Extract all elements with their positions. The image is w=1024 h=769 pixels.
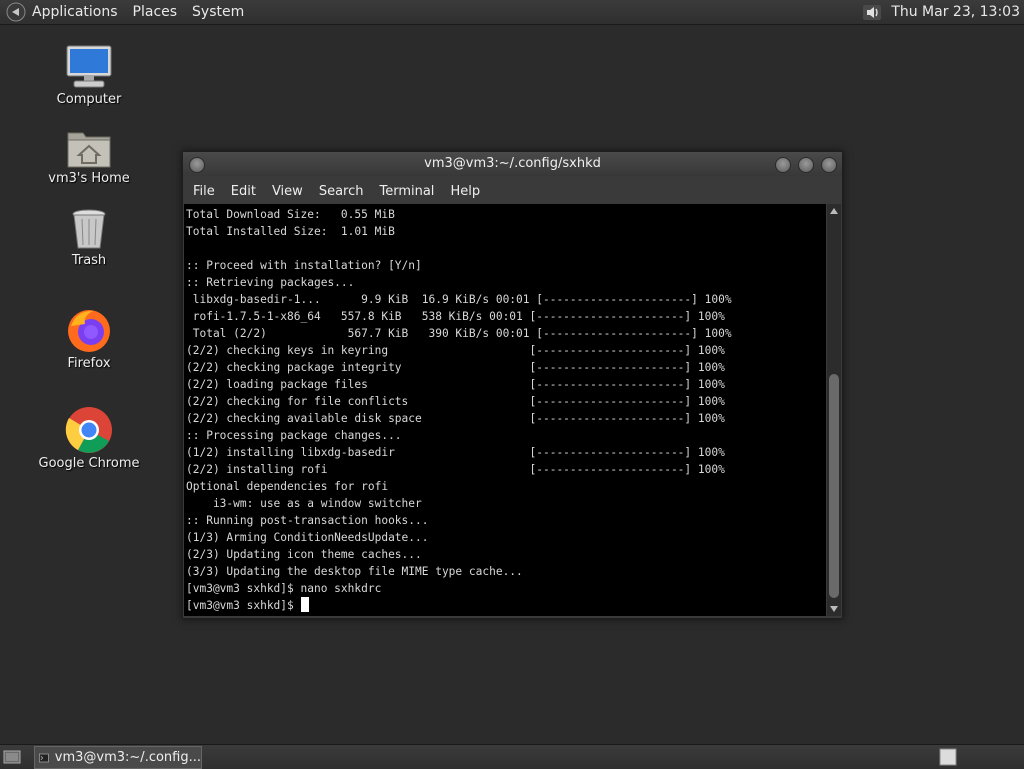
window-menu-button[interactable] <box>189 157 205 173</box>
terminal-line: [vm3@vm3 sxhkd]$ nano sxhkdrc <box>186 582 382 595</box>
gnome-foot-icon[interactable] <box>6 2 26 22</box>
scroll-thumb[interactable] <box>829 374 839 598</box>
terminal-line: i3-wm: use as a window switcher <box>186 497 422 510</box>
menu-search[interactable]: Search <box>319 184 364 199</box>
menu-terminal[interactable]: Terminal <box>379 184 434 199</box>
menu-places[interactable]: Places <box>133 4 178 20</box>
clock[interactable]: Thu Mar 23, 13:03 <box>891 4 1020 20</box>
home-folder-icon <box>67 132 111 168</box>
menu-file[interactable]: File <box>193 184 215 199</box>
desktop-icon-label: Firefox <box>67 356 111 371</box>
show-desktop-icon[interactable] <box>3 748 21 766</box>
terminal-line: (3/3) Updating the desktop file MIME typ… <box>186 565 523 578</box>
terminal-line: (2/2) checking package integrity [------… <box>186 361 725 374</box>
terminal-line: Total Download Size: 0.55 MiB <box>186 208 395 221</box>
terminal-line: (2/3) Updating icon theme caches... <box>186 548 422 561</box>
terminal-line: libxdg-basedir-1... 9.9 KiB 16.9 KiB/s 0… <box>186 293 732 306</box>
menu-system[interactable]: System <box>192 4 244 20</box>
close-button[interactable] <box>821 157 837 173</box>
terminal-icon <box>39 753 49 762</box>
volume-icon[interactable] <box>861 1 883 23</box>
menu-applications[interactable]: Applications <box>32 4 118 20</box>
desktop-icon-computer[interactable]: Computer <box>34 44 144 107</box>
menu-view[interactable]: View <box>272 184 303 199</box>
desktop-icon-chrome[interactable]: Google Chrome <box>34 406 144 471</box>
terminal-line: (2/2) loading package files [-----------… <box>186 378 725 391</box>
terminal-line: :: Proceed with installation? [Y/n] <box>186 259 422 272</box>
desktop-icon-label: vm3's Home <box>48 171 130 186</box>
desktop-icon-label: Google Chrome <box>38 456 140 471</box>
terminal-line: :: Processing package changes... <box>186 429 402 442</box>
menu-edit[interactable]: Edit <box>231 184 256 199</box>
computer-icon <box>66 45 112 88</box>
scroll-up-arrow-icon[interactable] <box>830 208 838 214</box>
terminal-line: (1/2) installing libxdg-basedir [-------… <box>186 446 725 459</box>
terminal-line: (2/2) checking for file conflicts [-----… <box>186 395 725 408</box>
terminal-line: Optional dependencies for rofi <box>186 480 389 493</box>
desktop-icon-trash[interactable]: Trash <box>34 207 144 268</box>
chrome-icon <box>65 407 112 453</box>
window-title: vm3@vm3:~/.config/sxhkd <box>424 156 601 171</box>
terminal-line: (1/3) Arming ConditionNeedsUpdate... <box>186 531 429 544</box>
title-bar[interactable]: vm3@vm3:~/.config/sxhkd <box>183 152 842 176</box>
scrollbar[interactable] <box>827 204 841 616</box>
bottom-panel: vm3@vm3:~/.config... <box>0 744 1024 769</box>
desktop-icon-label: Trash <box>71 253 107 268</box>
terminal-prompt: [vm3@vm3 sxhkd]$ <box>186 599 301 612</box>
terminal-output[interactable]: Total Download Size: 0.55 MiB Total Insta… <box>184 204 826 616</box>
minimize-button[interactable] <box>775 157 791 173</box>
terminal-line: (2/2) checking available disk space [---… <box>186 412 725 425</box>
text-cursor <box>300 597 309 612</box>
terminal-line: rofi-1.7.5-1-x86_64 557.8 KiB 538 KiB/s … <box>186 310 725 323</box>
workspace-switcher-icon[interactable] <box>939 748 957 766</box>
terminal-line: (2/2) checking keys in keyring [--------… <box>186 344 725 357</box>
taskbar-item-terminal[interactable]: vm3@vm3:~/.config... <box>34 746 202 769</box>
terminal-window[interactable]: vm3@vm3:~/.config/sxhkd File Edit View S… <box>182 151 843 619</box>
desktop-icon-home[interactable]: vm3's Home <box>34 127 144 186</box>
taskbar-item-label: vm3@vm3:~/.config... <box>54 750 201 765</box>
firefox-icon <box>68 310 110 352</box>
terminal-line: Total Installed Size: 1.01 MiB <box>186 225 395 238</box>
desktop-icon-label: Computer <box>56 92 122 107</box>
trash-icon <box>72 209 106 249</box>
desktop-icon-firefox[interactable]: Firefox <box>34 306 144 371</box>
terminal-line: Total (2/2) 567.7 KiB 390 KiB/s 00:01 [-… <box>186 327 732 340</box>
terminal-line: (2/2) installing rofi [-----------------… <box>186 463 725 476</box>
top-panel: Applications Places System Thu Mar 23, 1… <box>0 0 1024 25</box>
scroll-down-arrow-icon[interactable] <box>830 606 838 612</box>
terminal-line: :: Running post-transaction hooks... <box>186 514 429 527</box>
terminal-line: :: Retrieving packages... <box>186 276 355 289</box>
terminal-menubar: File Edit View Search Terminal Help <box>183 178 842 204</box>
menu-help[interactable]: Help <box>450 184 480 199</box>
maximize-button[interactable] <box>798 157 814 173</box>
terminal-prompt-line[interactable]: [vm3@vm3 sxhkd]$ <box>186 597 826 614</box>
